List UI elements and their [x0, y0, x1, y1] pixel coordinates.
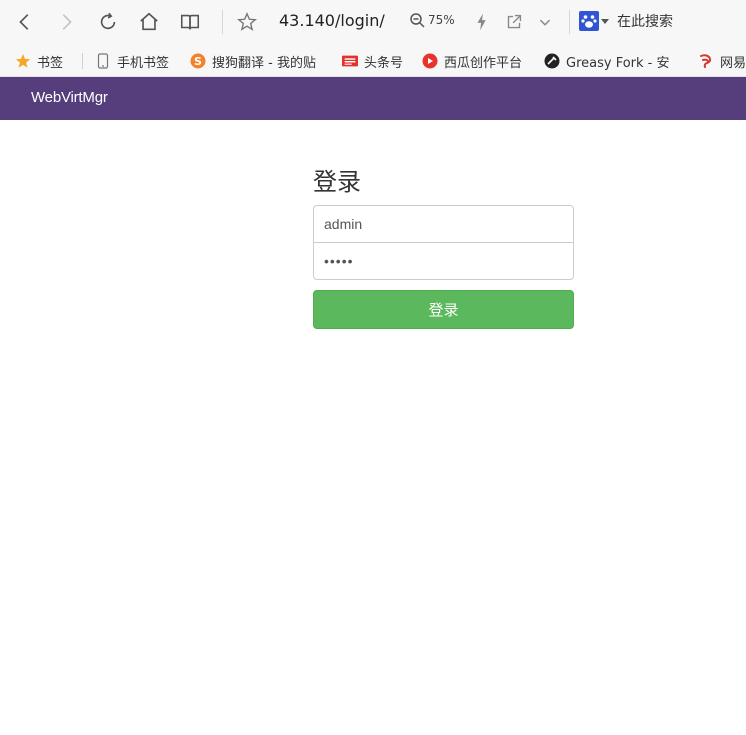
star-outline-icon	[236, 12, 258, 31]
brand-link[interactable]: WebVirtMgr	[31, 89, 108, 106]
share-button[interactable]	[500, 8, 528, 36]
search-placeholder: 在此搜索	[617, 14, 673, 30]
bookmark-label: Greasy Fork - 安	[566, 55, 670, 71]
netease-icon	[698, 53, 714, 69]
zoom-out-icon	[410, 13, 425, 28]
bookmark-item[interactable]: S 搜狗翻译 - 我的贴	[190, 52, 316, 71]
bookmark-item[interactable]: 书签	[15, 52, 64, 71]
bookmark-label: 手机书签	[117, 55, 170, 71]
bookmark-label: 西瓜创作平台	[444, 55, 523, 71]
bookmark-label: 头条号	[364, 55, 404, 71]
browser-toolbar: 43.140/login/ 75% 在此搜索	[0, 0, 746, 44]
login-button[interactable]: 登录	[313, 290, 574, 329]
login-form: 登录 登录	[313, 165, 574, 329]
home-button[interactable]	[135, 8, 163, 36]
bookmark-item[interactable]: 手机书签	[95, 52, 170, 71]
back-arrow-icon	[19, 14, 29, 30]
bookmark-star-button[interactable]	[233, 8, 261, 36]
accelerate-button[interactable]	[468, 8, 496, 36]
lightning-icon	[477, 13, 486, 31]
username-input[interactable]	[313, 205, 574, 243]
bookmark-label: 搜狗翻译 - 我的贴	[212, 55, 316, 71]
baidu-paw-icon	[579, 11, 599, 31]
chevron-down-icon	[539, 19, 551, 26]
login-title: 登录	[313, 168, 361, 196]
app-navbar: WebVirtMgr	[0, 77, 746, 120]
more-dropdown-button[interactable]	[531, 8, 559, 36]
home-icon	[140, 12, 158, 31]
svg-text:S: S	[194, 55, 202, 68]
caret-down-icon	[601, 19, 609, 24]
reload-icon	[100, 12, 116, 30]
greasyfork-icon	[544, 53, 560, 69]
password-input[interactable]	[313, 242, 574, 280]
bookmark-item[interactable]: 网易	[698, 52, 746, 71]
bookmark-item[interactable]: 西瓜创作平台	[422, 52, 523, 71]
forward-button[interactable]	[52, 8, 80, 36]
sogou-icon: S	[190, 53, 206, 69]
phone-icon	[95, 53, 111, 69]
toutiao-icon	[342, 53, 358, 69]
search-box[interactable]: 在此搜索	[579, 11, 673, 31]
bookmark-label: 网易	[720, 55, 746, 71]
share-icon	[507, 14, 522, 29]
back-button[interactable]	[11, 8, 39, 36]
book-icon	[180, 14, 200, 30]
xigua-icon	[422, 53, 438, 69]
bookmark-item[interactable]: 头条号	[342, 52, 404, 71]
zoom-indicator[interactable]: 75%	[409, 12, 455, 28]
zoom-level: 75%	[428, 13, 455, 27]
bookmarks-bar: 书签 手机书签 S 搜狗翻译 - 我的贴 头条号 西瓜创作平台 Greasy F…	[0, 44, 746, 77]
star-icon	[15, 53, 31, 69]
bookmark-label: 书签	[37, 55, 64, 71]
forward-arrow-icon	[62, 14, 72, 30]
bookmark-separator	[82, 53, 83, 69]
toolbar-separator	[569, 10, 570, 34]
reading-mode-button[interactable]	[176, 8, 204, 36]
reload-button[interactable]	[94, 8, 122, 36]
address-bar-url[interactable]: 43.140/login/	[279, 11, 385, 30]
toolbar-separator	[222, 10, 223, 34]
bookmark-item[interactable]: Greasy Fork - 安	[544, 52, 670, 71]
